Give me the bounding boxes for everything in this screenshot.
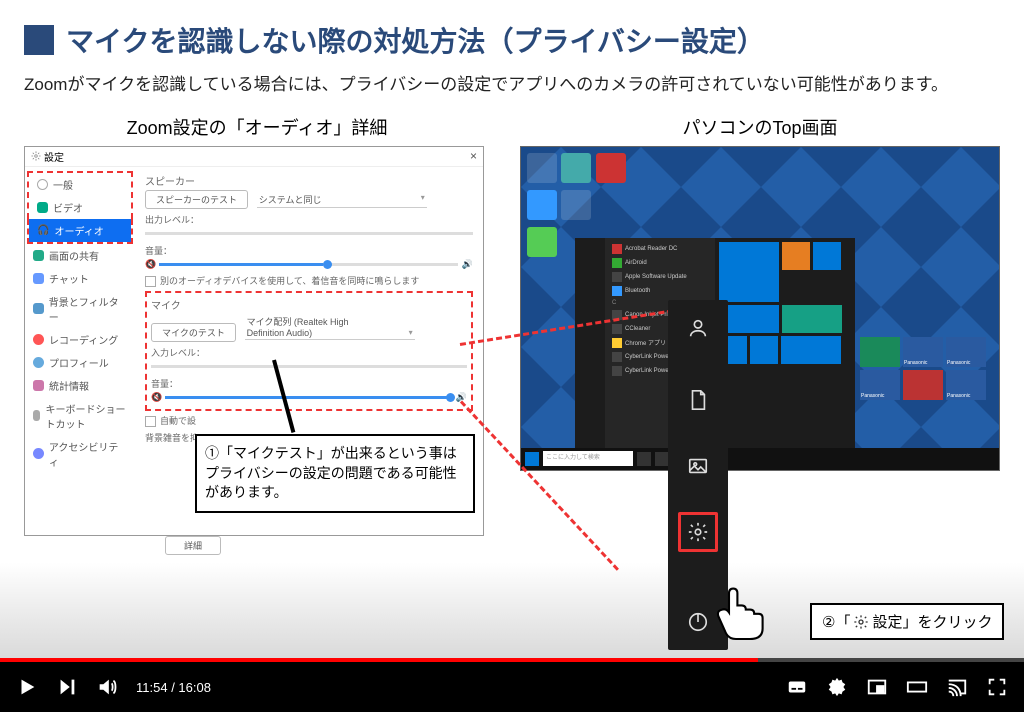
speaker-device-select[interactable]: システムと同じ xyxy=(257,192,427,208)
cast-button[interactable] xyxy=(946,676,968,698)
sidebar-item-general[interactable]: 一般 xyxy=(29,173,131,196)
hand-pointer-icon xyxy=(708,576,778,646)
theater-button[interactable] xyxy=(906,676,928,698)
taskbar-search[interactable]: ここに入力して検索 xyxy=(543,451,633,466)
sidebar-item-accessibility[interactable]: アクセシビリティ xyxy=(25,435,135,473)
output-level-slider xyxy=(145,228,473,240)
start-menu-item[interactable]: Acrobat Reader DC xyxy=(609,242,711,256)
slide-subtitle: Zoomがマイクを認識している場合には、プライバシーの設定でアプリへのカメラの許… xyxy=(24,72,1000,98)
sidebar-item-background[interactable]: 背景とフィルター xyxy=(25,290,135,328)
start-tile[interactable] xyxy=(719,305,779,333)
start-tile[interactable] xyxy=(750,336,778,364)
callout-2: ②「 設定」をクリック xyxy=(810,603,1004,640)
start-tile[interactable] xyxy=(782,305,842,333)
mic-device-select[interactable]: マイク配列 (Realtek High Definition Audio) xyxy=(245,314,415,340)
sidebar-item-stats[interactable]: 統計情報 xyxy=(25,374,135,397)
taskbar-icon[interactable] xyxy=(637,452,651,466)
mic-volume-slider[interactable]: 🔇🔊 xyxy=(151,392,467,404)
output-level-label: 出力レベル： xyxy=(145,213,473,226)
headphones-icon: 🎧 xyxy=(37,225,49,236)
sidebar-item-shortcuts[interactable]: キーボードショートカット xyxy=(25,397,135,435)
video-player-controls: 11:54 / 16:08 xyxy=(0,658,1024,712)
detail-button[interactable]: 詳細 xyxy=(165,536,221,555)
separate-audio-checkbox[interactable]: 別のオーディオデバイスを使用して、着信音を同時に鳴らします xyxy=(145,274,473,287)
title-square-icon xyxy=(24,25,54,55)
start-menu-item[interactable]: Bluetooth xyxy=(609,284,711,298)
speaker-icon: 🔊 xyxy=(462,259,473,270)
callout-1: ①「マイクテスト」が出来るという事はプライバシーの設定の問題である可能性がありま… xyxy=(195,434,475,513)
volume-button[interactable] xyxy=(96,676,118,698)
input-level-label: 入力レベル： xyxy=(151,346,467,359)
sidebar-item-audio[interactable]: 🎧オーディオ xyxy=(29,219,131,242)
sidebar-item-chat[interactable]: チャット xyxy=(25,267,135,290)
mic-section-highlight: マイク マイクのテスト マイク配列 (Realtek High Definiti… xyxy=(145,291,473,411)
start-menu-item[interactable]: Apple Software Update xyxy=(609,270,711,284)
sidebar-item-recording[interactable]: レコーディング xyxy=(25,328,135,351)
pictures-icon[interactable] xyxy=(678,446,718,486)
window-title: 設定 xyxy=(44,149,64,164)
desktop-icon[interactable] xyxy=(596,153,626,183)
speaker-icon: 🔇 xyxy=(145,259,156,270)
time-display: 11:54 / 16:08 xyxy=(136,680,211,695)
settings-button[interactable] xyxy=(826,676,848,698)
desktop-icon[interactable] xyxy=(527,227,557,257)
auto-adjust-checkbox[interactable]: 自動で設 xyxy=(145,414,473,427)
sidebar-item-video[interactable]: ビデオ xyxy=(29,196,131,219)
sidebar-item-profile[interactable]: プロフィール xyxy=(25,351,135,374)
subtitles-button[interactable] xyxy=(786,676,808,698)
desktop-tile[interactable] xyxy=(860,337,900,367)
speaker-volume-slider[interactable]: 🔇🔊 xyxy=(145,259,473,271)
desktop-tile[interactable] xyxy=(903,370,943,400)
progress-bar[interactable] xyxy=(0,658,1024,662)
desktop-tile[interactable]: Panasonic xyxy=(946,370,986,400)
left-caption: Zoom設定の「オーディオ」詳細 xyxy=(24,114,490,140)
settings-sidebar: 一般 ビデオ 🎧オーディオ 画面の共有 チャット 背景とフィルター レコーディン… xyxy=(25,167,135,537)
miniplayer-button[interactable] xyxy=(866,676,888,698)
slide-title: マイクを認識しない際の対処方法（プライバシー設定） xyxy=(66,20,765,60)
desktop-tile[interactable]: Panasonic xyxy=(860,370,900,400)
next-button[interactable] xyxy=(56,676,78,698)
start-button[interactable] xyxy=(525,452,539,466)
user-icon[interactable] xyxy=(678,308,718,348)
mic-section-title: マイク xyxy=(151,297,467,312)
play-button[interactable] xyxy=(16,676,38,698)
document-icon[interactable] xyxy=(678,380,718,420)
desktop-icon[interactable] xyxy=(527,153,557,183)
desktop-screenshot: Panasonic Panasonic Panasonic Panasonic … xyxy=(520,146,1000,471)
desktop-icon[interactable] xyxy=(561,153,591,183)
settings-icon xyxy=(31,151,41,161)
close-icon[interactable]: × xyxy=(470,149,477,163)
mic-test-button[interactable]: マイクのテスト xyxy=(151,323,236,342)
desktop-icon[interactable] xyxy=(561,190,591,220)
speaker-section-title: スピーカー xyxy=(145,173,473,188)
start-menu-item[interactable]: AirDroid xyxy=(609,256,711,270)
start-tile[interactable] xyxy=(782,242,810,270)
desktop-tile[interactable]: Panasonic xyxy=(903,337,943,367)
input-level-slider xyxy=(151,361,467,373)
desktop-tile[interactable]: Panasonic xyxy=(946,337,986,367)
settings-icon-highlighted[interactable] xyxy=(678,512,718,552)
speaker-test-button[interactable]: スピーカーのテスト xyxy=(145,190,248,209)
desktop-icon[interactable] xyxy=(527,190,557,220)
start-tile[interactable] xyxy=(781,336,841,364)
start-tile[interactable] xyxy=(813,242,841,270)
sidebar-item-share[interactable]: 画面の共有 xyxy=(25,244,135,267)
start-tile[interactable] xyxy=(719,242,779,302)
fullscreen-button[interactable] xyxy=(986,676,1008,698)
taskbar-icon[interactable] xyxy=(655,452,669,466)
taskbar: ここに入力して検索 xyxy=(521,448,999,470)
right-caption: パソコンのTop画面 xyxy=(520,114,1000,140)
gear-icon xyxy=(853,614,869,630)
